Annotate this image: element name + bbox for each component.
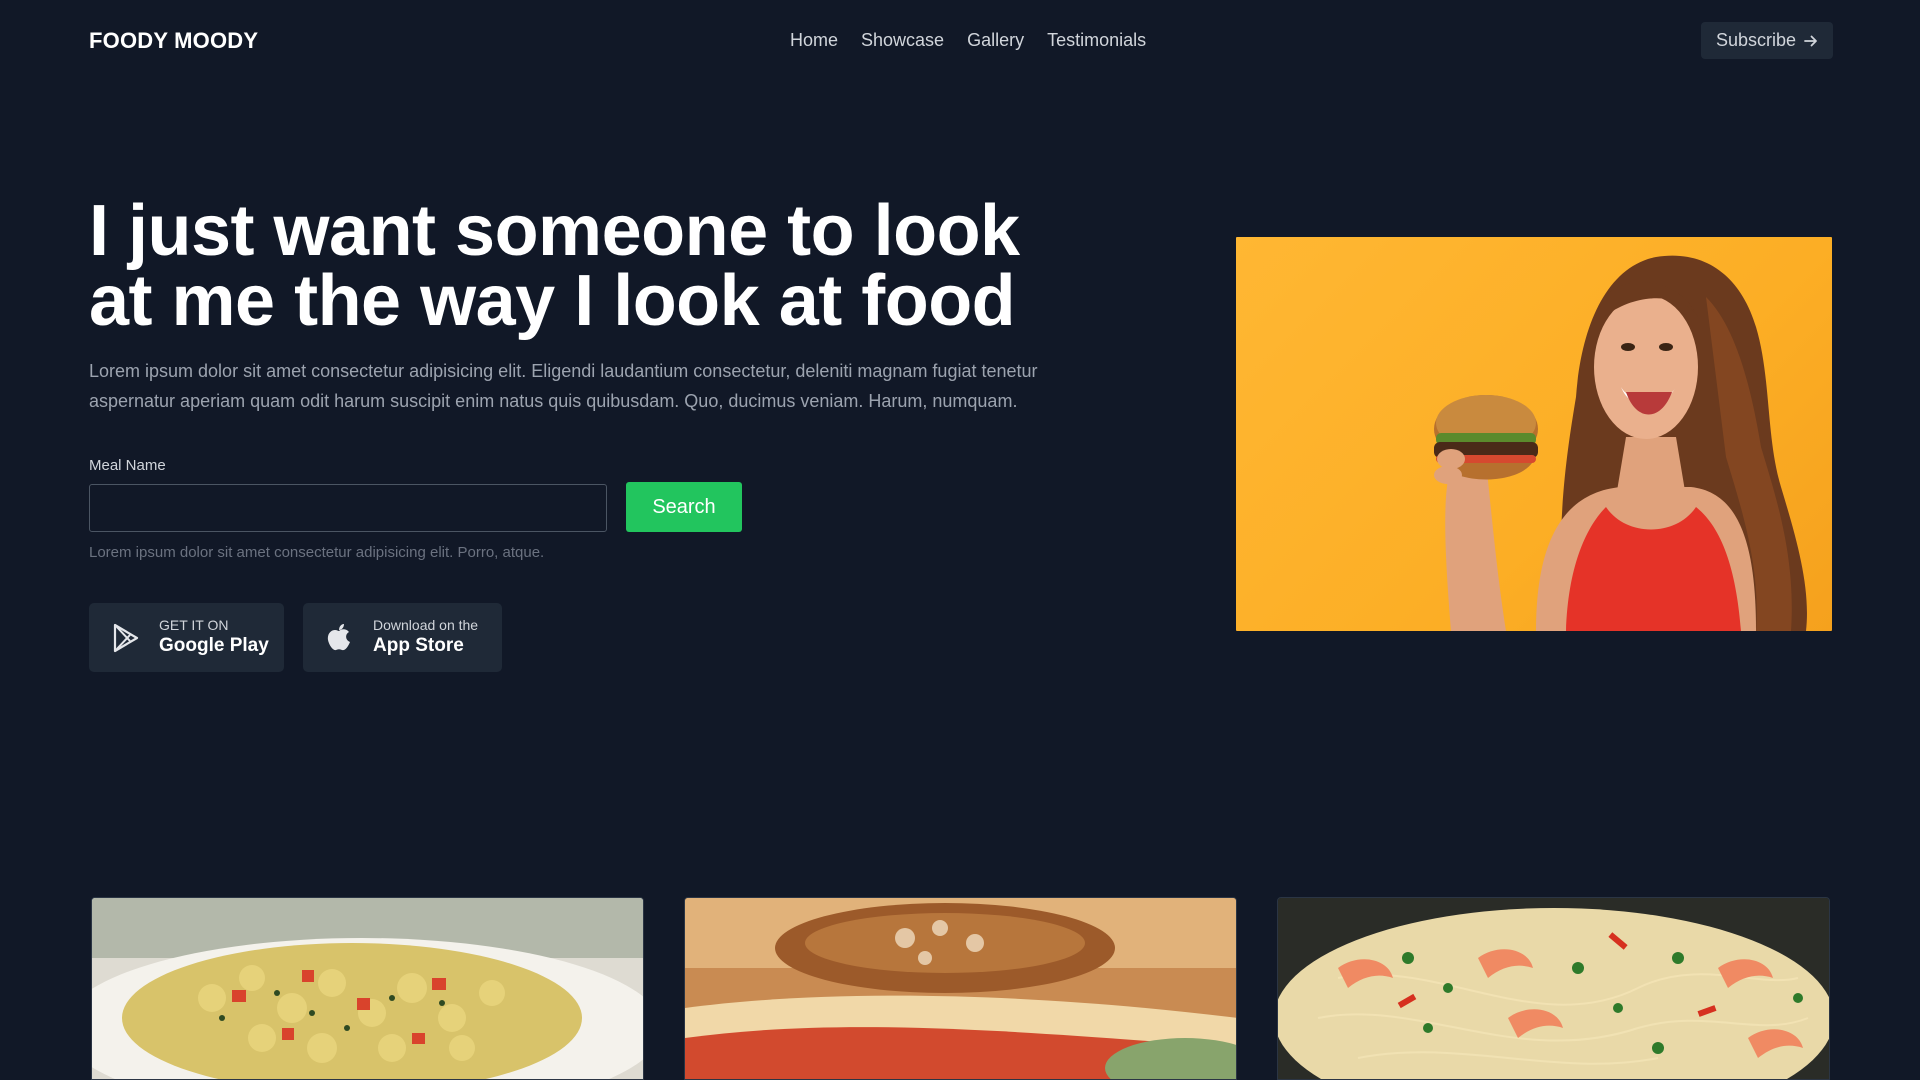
nav-home[interactable]: Home: [790, 30, 838, 51]
nav-showcase[interactable]: Showcase: [861, 30, 944, 51]
google-play-label: Google Play: [159, 635, 269, 656]
site-header: FOODY MOODY Home Showcase Gallery Testim…: [0, 0, 1920, 84]
site-logo[interactable]: FOODY MOODY: [89, 28, 258, 54]
lasagna-image: [685, 898, 1236, 1079]
arrow-right-icon: [1804, 35, 1817, 46]
app-store-label: App Store: [373, 635, 464, 656]
helper-text: Lorem ipsum dolor sit amet consectetur a…: [89, 544, 545, 561]
meal-name-label: Meal Name: [89, 457, 166, 474]
hero-title: I just want someone to look at me the wa…: [89, 191, 1020, 341]
main-nav: Home Showcase Gallery Testimonials: [790, 30, 1146, 51]
subscribe-label: Subscribe: [1715, 30, 1797, 50]
subscribe-button[interactable]: Subscribe: [1701, 22, 1833, 59]
apple-icon: [327, 624, 350, 651]
app-store-small-text: Download on the: [373, 617, 479, 633]
nav-testimonials[interactable]: Testimonials: [1047, 30, 1146, 51]
google-play-button[interactable]: GET IT ON Google Play: [89, 603, 284, 672]
gallery-card-pasta[interactable]: [91, 897, 644, 1080]
search-button[interactable]: Search: [626, 482, 742, 532]
app-store-button[interactable]: Download on the App Store: [303, 603, 502, 672]
pasta-salad-image: [92, 898, 643, 1079]
google-play-icon: [113, 623, 139, 653]
gallery-card-lasagna[interactable]: [684, 897, 1237, 1080]
google-play-small-text: GET IT ON: [159, 617, 229, 633]
meal-name-input[interactable]: [89, 484, 607, 532]
gallery-card-shrimp-pasta[interactable]: [1277, 897, 1830, 1080]
shrimp-pasta-image: [1278, 898, 1829, 1079]
nav-gallery[interactable]: Gallery: [967, 30, 1024, 51]
hero-description: Lorem ipsum dolor sit amet consectetur a…: [89, 361, 1038, 411]
hero-image: [1236, 237, 1832, 631]
